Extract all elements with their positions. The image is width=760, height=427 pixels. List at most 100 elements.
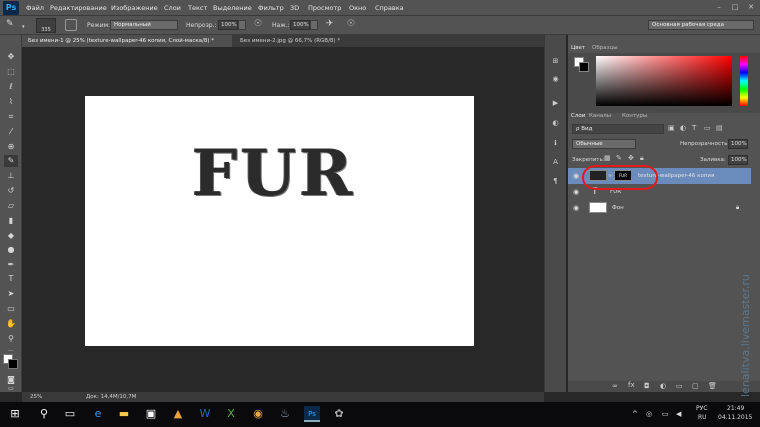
clone-stamp-tool-icon[interactable]: ⊥ bbox=[4, 170, 18, 182]
keyboard-language-short[interactable]: RU bbox=[698, 414, 707, 421]
filter-smart-icon[interactable]: ▤ bbox=[716, 124, 723, 132]
maximize-icon[interactable]: □ bbox=[728, 0, 742, 14]
minimize-icon[interactable]: – bbox=[712, 0, 726, 14]
windows-start-icon[interactable]: ⊞ bbox=[7, 406, 23, 422]
type-tool-icon[interactable]: T bbox=[4, 273, 18, 285]
paragraph-panel-icon[interactable]: ¶ bbox=[549, 176, 562, 187]
mode-dropdown[interactable]: Нормальный bbox=[110, 20, 178, 30]
task-view-icon[interactable]: ▭ bbox=[62, 406, 78, 422]
lock-pixels-icon[interactable]: ✎ bbox=[616, 154, 622, 162]
excel-icon[interactable]: X bbox=[223, 406, 239, 422]
new-group-icon[interactable]: ▭ bbox=[676, 382, 683, 390]
close-icon[interactable]: ✕ bbox=[744, 0, 758, 14]
airbrush-icon[interactable]: ✈ bbox=[326, 19, 334, 29]
photoshop-taskbar-icon[interactable]: Ps bbox=[304, 406, 320, 422]
visibility-eye-icon[interactable]: ◉ bbox=[572, 168, 580, 184]
doc-tab-active[interactable]: Без имени-1 @ 25% (texture-wallpaper-46 … bbox=[22, 35, 232, 47]
opacity-slider-toggle[interactable] bbox=[238, 20, 246, 30]
network-icon[interactable]: ▭ bbox=[662, 410, 669, 418]
volume-icon[interactable]: ◀ bbox=[676, 410, 681, 418]
actions-panel-icon[interactable]: ▶ bbox=[549, 98, 562, 109]
lock-position-icon[interactable]: ✥ bbox=[628, 154, 634, 162]
lock-all-icon[interactable]: 🔒︎ bbox=[640, 154, 644, 163]
brush-size-preset[interactable]: 335 bbox=[36, 18, 56, 33]
menu-select[interactable]: Выделение bbox=[213, 0, 252, 16]
opacity-field[interactable]: 100% bbox=[218, 20, 238, 30]
blur-tool-icon[interactable]: ◆ bbox=[4, 230, 18, 242]
file-explorer-icon[interactable]: ▬ bbox=[116, 406, 132, 422]
adjustments-panel-icon[interactable]: ◐ bbox=[549, 118, 562, 129]
pressure-opacity-icon[interactable]: ☉ bbox=[254, 19, 262, 29]
tray-arrow-icon[interactable]: ^ bbox=[632, 410, 638, 418]
marquee-tool-icon[interactable]: ⬚ bbox=[4, 66, 18, 78]
brush-tool-icon[interactable]: ✎ bbox=[4, 155, 18, 167]
tab-swatches[interactable]: Образцы bbox=[592, 43, 618, 53]
visibility-eye-icon[interactable]: ◉ bbox=[572, 184, 580, 200]
edge-icon[interactable]: e bbox=[90, 406, 106, 422]
fill-field[interactable]: 100% bbox=[728, 155, 748, 165]
lock-transparency-icon[interactable]: ▦ bbox=[604, 154, 611, 162]
path-selection-tool-icon[interactable]: ➤ bbox=[4, 288, 18, 300]
add-mask-icon[interactable]: ◘ bbox=[644, 382, 650, 390]
gradient-tool-icon[interactable]: ▮ bbox=[4, 215, 18, 227]
filter-adjust-icon[interactable]: ◐ bbox=[680, 124, 686, 132]
character-panel-icon[interactable]: A bbox=[549, 157, 562, 168]
filter-type-icon[interactable]: T bbox=[692, 124, 696, 132]
app2-icon[interactable]: ✿ bbox=[331, 406, 347, 422]
menu-3d[interactable]: 3D bbox=[290, 0, 299, 16]
eraser-tool-icon[interactable]: ▱ bbox=[4, 200, 18, 212]
fur-text-layer[interactable]: FUR bbox=[192, 134, 355, 214]
menu-view[interactable]: Просмотр bbox=[308, 0, 341, 16]
menu-edit[interactable]: Редактирование bbox=[50, 0, 107, 16]
layer-row[interactable]: ◉ Фон 🔒︎ bbox=[568, 200, 751, 216]
move-tool-icon[interactable]: ✥ bbox=[4, 51, 18, 63]
chevron-down-icon[interactable]: ▾ bbox=[22, 24, 25, 30]
search-icon[interactable]: ⚲ bbox=[36, 406, 52, 422]
blend-mode-dropdown[interactable]: Обычные bbox=[572, 139, 636, 149]
pressure-slider-toggle[interactable] bbox=[310, 20, 318, 30]
tab-color[interactable]: Цвет bbox=[571, 43, 585, 53]
adjustment-layer-icon[interactable]: ◐ bbox=[660, 382, 666, 390]
menu-window[interactable]: Окно bbox=[349, 0, 366, 16]
menu-text[interactable]: Текст bbox=[188, 0, 207, 16]
info-panel-icon[interactable]: ℹ bbox=[549, 138, 562, 149]
layer-opacity-field[interactable]: 100% bbox=[728, 139, 748, 149]
layer-thumbnail[interactable] bbox=[589, 202, 607, 213]
quick-select-tool-icon[interactable]: ⌇ bbox=[4, 96, 18, 108]
history-panel-icon[interactable]: ⊞ bbox=[549, 56, 562, 67]
tray-app-icon[interactable]: ◎ bbox=[646, 410, 652, 418]
brush-tool-icon[interactable]: ✎ bbox=[6, 19, 14, 29]
hue-slider[interactable] bbox=[740, 56, 748, 106]
filter-pixel-icon[interactable]: ▣ bbox=[668, 124, 675, 132]
app-icon[interactable]: ▲ bbox=[170, 406, 186, 422]
clock-date[interactable]: 04.11.2015 bbox=[718, 414, 752, 421]
properties-panel-icon[interactable]: ◉ bbox=[549, 74, 562, 85]
keyboard-language[interactable]: РУС bbox=[696, 405, 707, 412]
bg-color-swatch[interactable] bbox=[579, 62, 589, 72]
visibility-eye-icon[interactable]: ◉ bbox=[572, 200, 580, 216]
menu-image[interactable]: Изображение bbox=[111, 0, 158, 16]
trash-icon[interactable]: 🗑︎ bbox=[708, 382, 717, 390]
menu-help[interactable]: Справка bbox=[375, 0, 404, 16]
store-icon[interactable]: ▣ bbox=[143, 406, 159, 422]
shape-tool-icon[interactable]: ▭ bbox=[4, 303, 18, 315]
dodge-tool-icon[interactable]: ● bbox=[4, 244, 18, 256]
menu-layers[interactable]: Слои bbox=[164, 0, 181, 16]
pressure-field[interactable]: 100% bbox=[290, 20, 310, 30]
workspace-dropdown[interactable]: Основная рабочая среда bbox=[648, 20, 754, 30]
healing-brush-tool-icon[interactable]: ⊕ bbox=[4, 141, 18, 153]
hand-tool-icon[interactable]: ✋ bbox=[4, 318, 18, 330]
zoom-level[interactable]: 25% bbox=[30, 392, 42, 402]
color-spectrum[interactable] bbox=[596, 56, 732, 106]
zoom-tool-icon[interactable]: ⚲ bbox=[4, 333, 18, 345]
word-icon[interactable]: W bbox=[197, 406, 213, 422]
crop-tool-icon[interactable]: ⌗ bbox=[4, 111, 18, 123]
filter-shape-icon[interactable]: ▭ bbox=[704, 124, 711, 132]
chrome-icon[interactable]: ◉ bbox=[250, 406, 266, 422]
doc-tab-2[interactable]: Без имени-2.jpg @ 66,7% (RGB/8) * bbox=[234, 35, 394, 47]
screen-mode-icon[interactable]: ▭ bbox=[4, 386, 18, 392]
layer-name[interactable]: Фон bbox=[612, 200, 624, 216]
background-color-swatch[interactable] bbox=[8, 359, 18, 369]
pen-tool-icon[interactable]: ✒ bbox=[4, 259, 18, 271]
clock-time[interactable]: 21:49 bbox=[727, 405, 744, 412]
